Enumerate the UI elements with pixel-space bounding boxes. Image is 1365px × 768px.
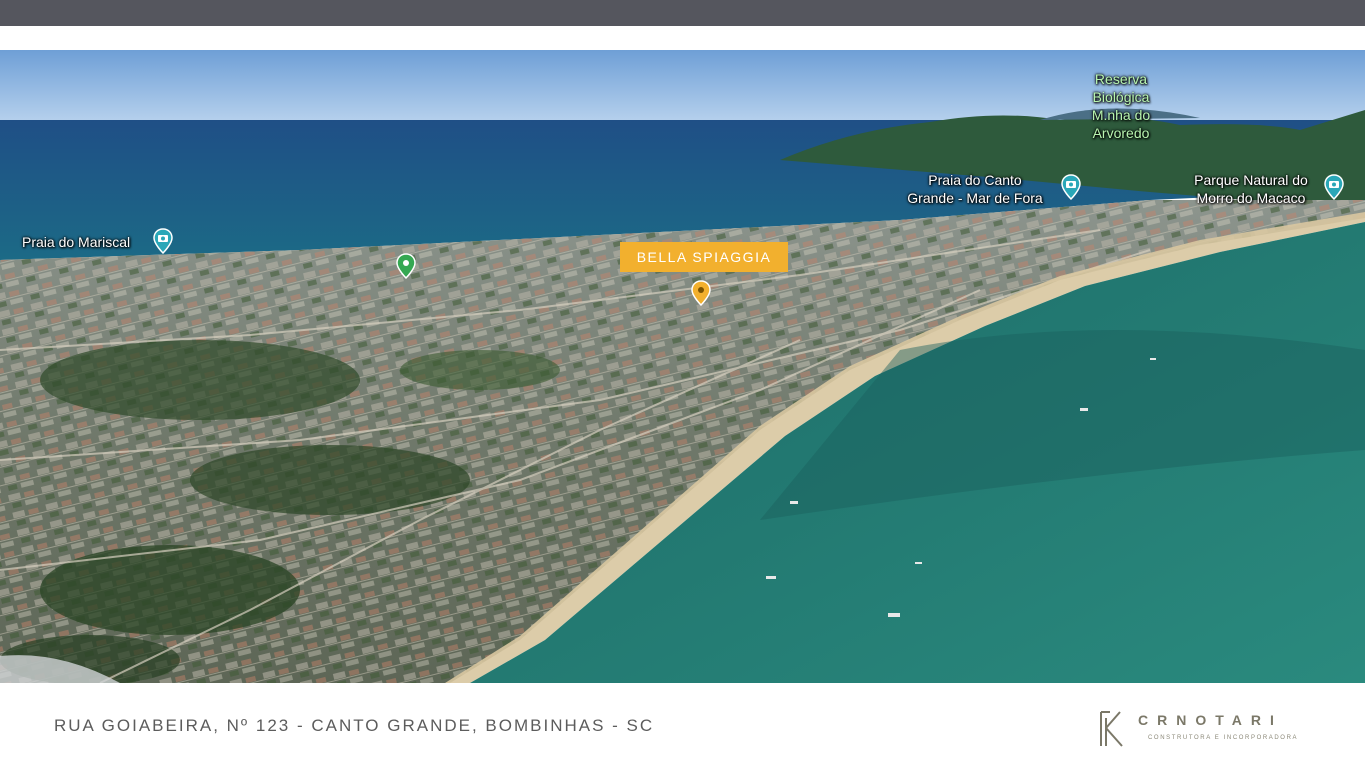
- company-logo: CRNOTARI CONSTRUTORA E INCORPORADORA: [1098, 708, 1338, 748]
- aerial-map: Reserva Biológica M.nha do Arvoredo Praia d…: [0, 50, 1365, 683]
- camera-pin-icon[interactable]: [1061, 174, 1081, 200]
- camera-pin-icon[interactable]: [153, 228, 173, 254]
- logo-subtitle: CONSTRUTORA E INCORPORADORA: [1148, 735, 1299, 741]
- yellow-pin-icon[interactable]: [691, 280, 711, 306]
- green-pin-icon[interactable]: [396, 253, 416, 279]
- poi-label-praia-mariscal: Praia do Mariscal: [22, 234, 131, 250]
- aerial-map-illustration: [0, 50, 1365, 683]
- top-bar: [0, 0, 1365, 26]
- camera-pin-icon[interactable]: [1324, 174, 1344, 200]
- poi-label-parque-natural: Parque Natural do Morro do Macaco: [1194, 172, 1308, 206]
- property-address: RUA GOIABEIRA, Nº 123 - CANTO GRANDE, BO…: [54, 716, 655, 735]
- logo-name: CRNOTARI: [1138, 712, 1283, 728]
- property-tag: BELLA SPIAGGIA: [620, 242, 788, 272]
- poi-label-praia-canto-grande: Praia do Canto Grande - Mar de Fora: [907, 172, 1043, 206]
- poi-label-reserva: Reserva Biológica M.nha do Arvoredo: [1091, 71, 1151, 141]
- logo-mark-icon: [1100, 711, 1123, 747]
